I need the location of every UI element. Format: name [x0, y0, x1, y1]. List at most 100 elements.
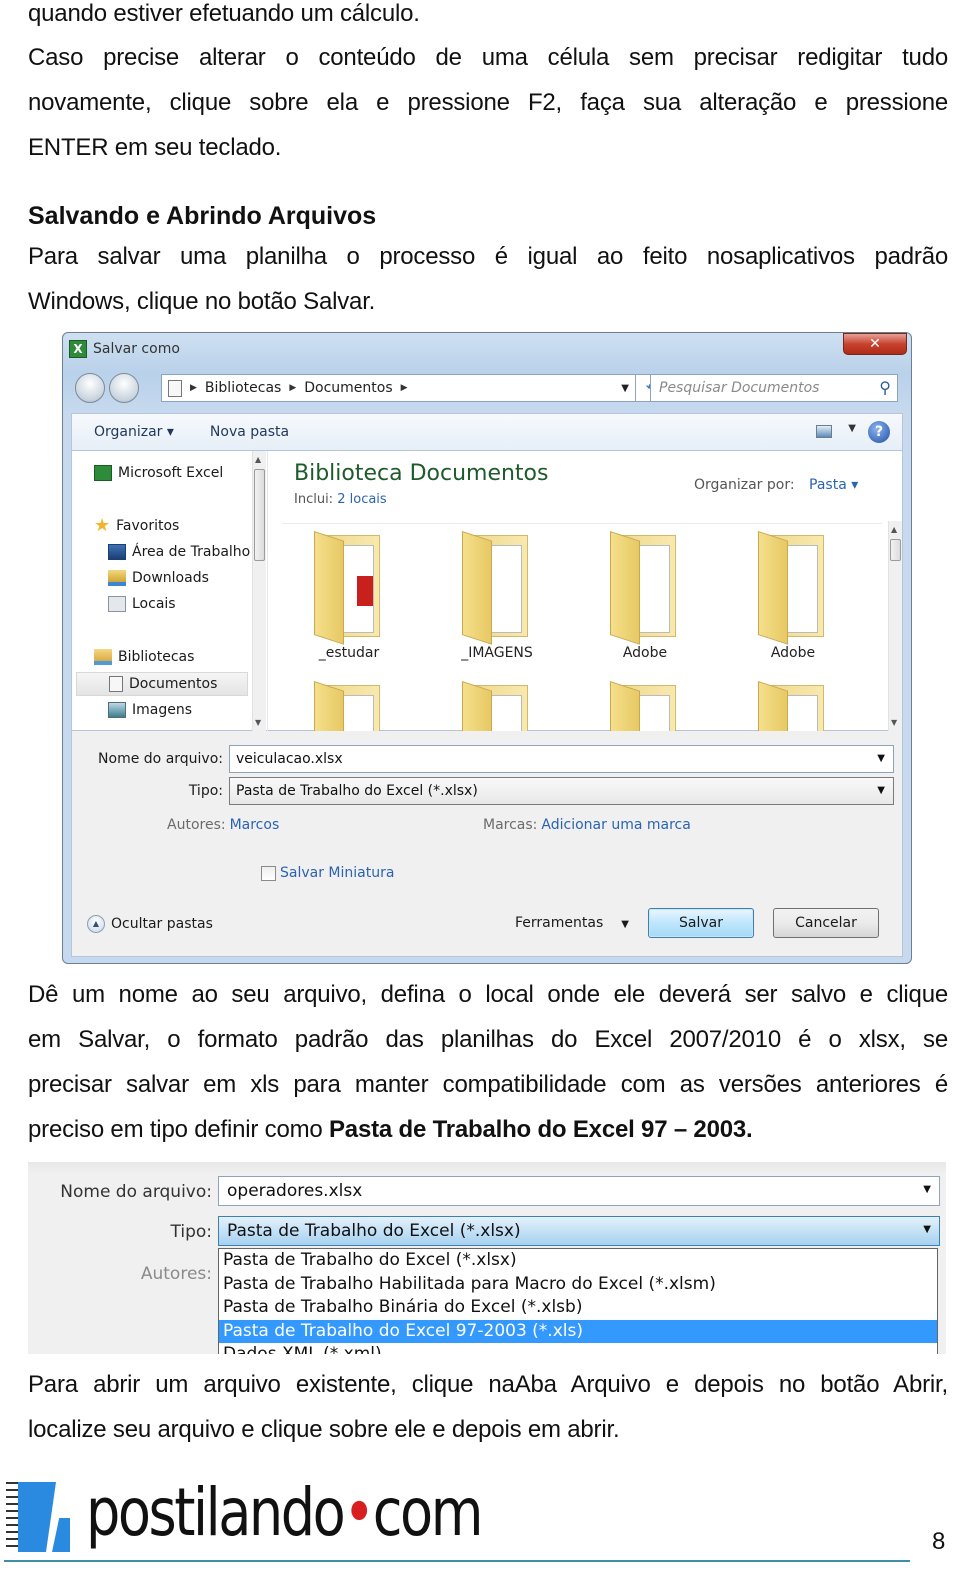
logo-mark — [18, 1482, 56, 1552]
breadcrumb-bibliotecas[interactable]: Bibliotecas — [205, 380, 281, 396]
files-scrollbar[interactable]: ▲ ▼ — [888, 521, 902, 731]
logo-dot: • — [343, 1474, 375, 1551]
arrange-label: Organizar por: — [694, 477, 795, 493]
checkbox-label: Salvar Miniatura — [280, 865, 395, 881]
nav-item-imagens[interactable]: Imagens — [108, 702, 192, 718]
file-type-option-selected[interactable]: Pasta de Trabalho do Excel 97-2003 (*.xl… — [219, 1319, 937, 1343]
filename-label: Nome do arquivo: — [60, 1182, 212, 1202]
folder-label: Adobe — [770, 645, 816, 661]
nav-label: Documentos — [129, 676, 218, 692]
chevron-down-icon[interactable]: ▼ — [877, 753, 885, 764]
bold-format-name: Pasta de Trabalho do Excel 97 – 2003. — [329, 1116, 753, 1143]
folder-item[interactable] — [738, 681, 848, 731]
filename-input[interactable]: veiculacao.xlsx ▼ — [229, 745, 894, 773]
scroll-down-icon[interactable]: ▼ — [891, 718, 897, 727]
includes-link[interactable]: 2 locais — [337, 492, 386, 507]
folder-icon — [610, 531, 680, 645]
scroll-thumb[interactable] — [254, 469, 265, 561]
folder-item[interactable]: Adobe — [738, 531, 848, 661]
star-icon: ★ — [94, 515, 111, 536]
nav-item-downloads[interactable]: Downloads — [108, 570, 209, 586]
new-folder-button[interactable]: Nova pasta — [210, 424, 289, 440]
authors-label: Autores: — [140, 1264, 212, 1284]
arrange-dropdown[interactable]: Pasta ▾ — [809, 477, 858, 493]
folder-item[interactable]: Adobe — [590, 531, 700, 661]
nav-item-microsoft-excel[interactable]: Microsoft Excel — [94, 465, 223, 481]
cancel-button[interactable]: Cancelar — [773, 908, 879, 938]
file-type-option[interactable]: Pasta de Trabalho Binária do Excel (*.xl… — [219, 1296, 937, 1320]
nav-item-documentos[interactable]: Documentos — [76, 672, 248, 696]
folder-item[interactable] — [442, 681, 552, 731]
pictures-icon — [108, 702, 126, 718]
desktop-icon — [108, 544, 126, 560]
scroll-up-icon[interactable]: ▲ — [255, 455, 261, 464]
scroll-thumb[interactable] — [890, 539, 901, 561]
tools-label: Ferramentas — [515, 915, 604, 931]
scroll-down-icon[interactable]: ▼ — [255, 718, 261, 727]
type-select[interactable]: Pasta de Trabalho do Excel (*.xlsx) ▼ — [218, 1216, 940, 1246]
chevron-down-icon[interactable]: ▼ — [923, 1224, 931, 1235]
type-select[interactable]: Pasta de Trabalho do Excel (*.xlsx) ▼ — [229, 777, 894, 805]
nav-item-bibliotecas[interactable]: Bibliotecas — [94, 649, 194, 665]
page-number: 8 — [932, 1528, 946, 1555]
folder-icon — [462, 681, 532, 731]
save-button[interactable]: Salvar — [648, 908, 754, 938]
scroll-up-icon[interactable]: ▲ — [891, 525, 897, 534]
folder-item[interactable]: _IMAGENS — [442, 531, 552, 661]
file-type-option[interactable]: Dados XML (*.xml) — [219, 1343, 937, 1354]
type-value: Pasta de Trabalho do Excel (*.xlsx) — [236, 783, 478, 799]
chevron-right-icon[interactable]: ▶ — [401, 383, 408, 393]
chevron-down-icon[interactable]: ▼ — [923, 1184, 931, 1195]
nav-scrollbar[interactable]: ▲ ▼ — [252, 451, 266, 731]
nav-item-area-de-trabalho[interactable]: Área de Trabalho — [108, 544, 250, 560]
forward-button[interactable] — [109, 373, 139, 403]
search-input[interactable]: Pesquisar Documentos ⚲ — [650, 374, 898, 402]
navigation-bar: ▶ Bibliotecas ▶ Documentos ▶ ▼ ⟲ Pesquis… — [73, 371, 903, 405]
dialog-title: Salvar como — [93, 341, 180, 357]
nav-item-locais[interactable]: Locais — [108, 596, 176, 612]
folder-item[interactable] — [590, 681, 700, 731]
libraries-icon — [94, 649, 112, 665]
includes-label: Inclui: — [294, 492, 334, 507]
command-toolbar: Organizar ▾ Nova pasta ▼ ? — [71, 413, 903, 451]
tools-menu[interactable]: Ferramentas ▼ — [515, 915, 629, 931]
checkbox-box[interactable] — [261, 865, 276, 881]
file-type-options: Pasta de Trabalho do Excel (*.xlsx) Past… — [218, 1248, 938, 1354]
address-bar[interactable]: ▶ Bibliotecas ▶ Documentos ▶ ▼ — [161, 374, 636, 402]
authors-label: Autores: — [167, 817, 226, 833]
section-heading: Salvando e Abrindo Arquivos — [28, 202, 377, 230]
organize-button[interactable]: Organizar ▾ — [94, 424, 174, 440]
filename-input[interactable]: operadores.xlsx ▼ — [218, 1176, 940, 1206]
filename-value: operadores.xlsx — [227, 1181, 363, 1201]
paragraph-line: Caso precise alterar o conteúdo de uma c… — [28, 44, 948, 71]
paragraph-line: ENTER em seu teclado. — [28, 134, 282, 161]
hide-folders-button[interactable]: ▲ Ocultar pastas — [87, 915, 213, 933]
logo-text: postilando•com — [86, 1474, 483, 1551]
back-button[interactable] — [75, 373, 105, 403]
breadcrumb-documentos[interactable]: Documentos — [304, 380, 392, 396]
paragraph-line: em Salvar, o formato padrão das planilha… — [28, 1026, 948, 1053]
search-icon[interactable]: ⚲ — [879, 378, 891, 397]
tags-value[interactable]: Adicionar uma marca — [541, 817, 690, 833]
help-icon[interactable]: ? — [868, 421, 890, 443]
chevron-down-icon[interactable]: ▼ — [877, 785, 885, 796]
view-options-icon[interactable] — [816, 425, 832, 438]
close-button[interactable]: ✕ — [843, 333, 907, 355]
paragraph-line: precisar salvar em xls para manter compa… — [28, 1071, 948, 1098]
save-thumbnail-checkbox[interactable]: Salvar Miniatura — [261, 865, 394, 881]
folder-item[interactable]: _estudar — [294, 531, 404, 661]
file-type-option[interactable]: Pasta de Trabalho Habilitada para Macro … — [219, 1273, 937, 1297]
file-type-option[interactable]: Pasta de Trabalho do Excel (*.xlsx) — [219, 1249, 937, 1273]
footer-rule — [4, 1560, 910, 1562]
folder-item[interactable] — [294, 681, 404, 731]
search-placeholder: Pesquisar Documentos — [659, 380, 820, 396]
authors-value[interactable]: Marcos — [230, 817, 280, 833]
view-dropdown-icon[interactable]: ▼ — [848, 423, 856, 434]
document-library-icon — [168, 379, 182, 397]
nav-item-favoritos[interactable]: ★ Favoritos — [94, 515, 179, 536]
save-as-dialog: X Salvar como ✕ ▶ Bibliotecas ▶ Document… — [62, 332, 912, 964]
nav-label: Microsoft Excel — [118, 465, 224, 481]
address-dropdown-icon[interactable]: ▼ — [621, 383, 629, 394]
nav-label: Locais — [132, 596, 176, 612]
paragraph-text: preciso em tipo definir como — [28, 1116, 329, 1143]
